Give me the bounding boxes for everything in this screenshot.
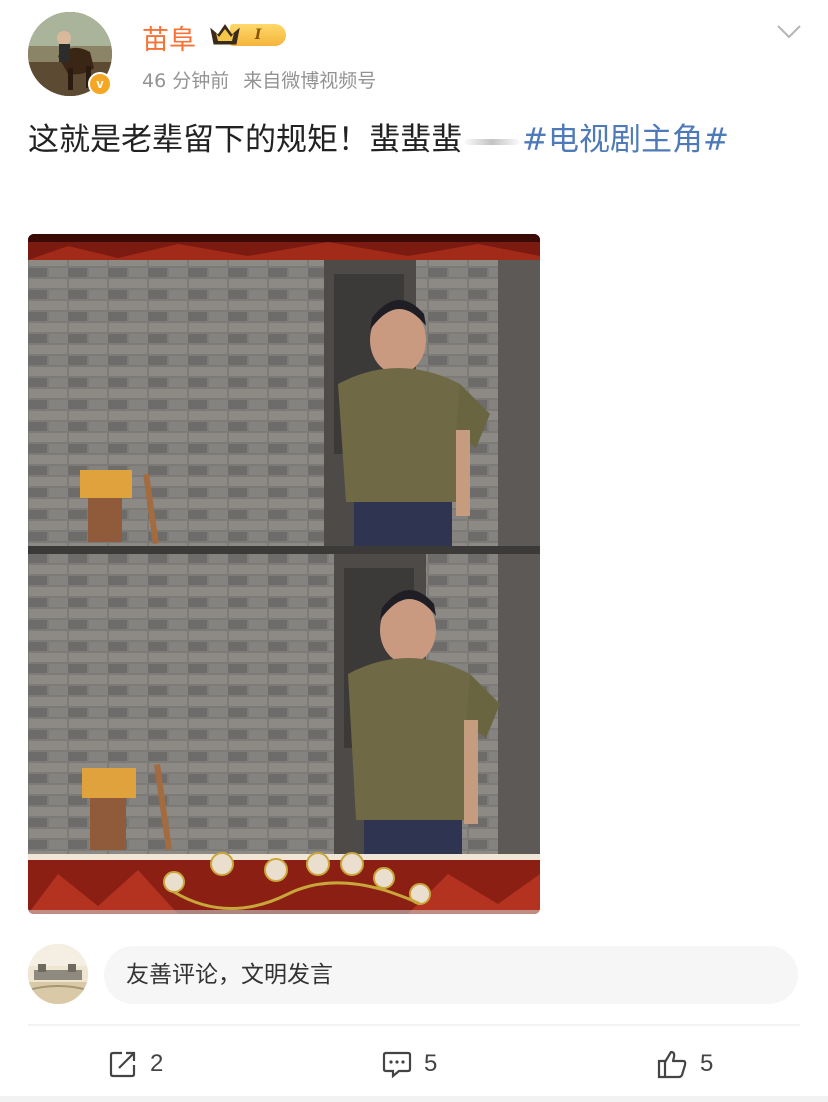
post-meta: 46 分钟前 来自微博视频号 <box>142 66 376 93</box>
post-source[interactable]: 来自微博视频号 <box>243 70 376 92</box>
like-button[interactable]: 5 <box>656 1046 713 1082</box>
video-thumbnail[interactable] <box>28 234 540 914</box>
post-header: v 苗阜 I 46 分钟前 来自微博视频号 <box>28 12 808 102</box>
verified-badge-icon: v <box>88 72 112 96</box>
user-avatar[interactable] <box>28 944 88 1004</box>
thumbs-up-icon <box>657 1050 687 1079</box>
video-frames-image <box>28 234 540 914</box>
repost-icon <box>109 1051 136 1078</box>
like-count: 5 <box>700 1050 714 1077</box>
bottom-strip <box>0 1096 828 1102</box>
repost-button[interactable]: 2 <box>108 1046 163 1082</box>
crown-icon <box>210 24 240 45</box>
comment-count: 5 <box>424 1050 438 1077</box>
blurred-mark <box>464 138 520 145</box>
comment-icon <box>382 1051 412 1079</box>
post-text: 这就是老辈留下的规矩！蜚蜚蜚 #电视剧主角# <box>28 116 798 164</box>
user-avatar-image <box>28 944 88 1004</box>
author-name[interactable]: 苗阜 <box>142 18 196 57</box>
post-text-main: 这就是老辈留下的规矩！蜚蜚蜚 <box>28 122 462 158</box>
vip-badge[interactable]: I <box>208 22 286 48</box>
divider <box>28 1024 800 1026</box>
post-time: 46 分钟前 <box>142 70 230 92</box>
comment-input[interactable]: 友善评论，文明发言 <box>104 946 798 1004</box>
comment-bar: 友善评论，文明发言 <box>28 940 800 1008</box>
hashtag-link[interactable]: #电视剧主角# <box>522 122 729 158</box>
chevron-down-icon[interactable] <box>776 24 802 40</box>
repost-count: 2 <box>150 1050 164 1077</box>
comment-button[interactable]: 5 <box>382 1046 437 1082</box>
